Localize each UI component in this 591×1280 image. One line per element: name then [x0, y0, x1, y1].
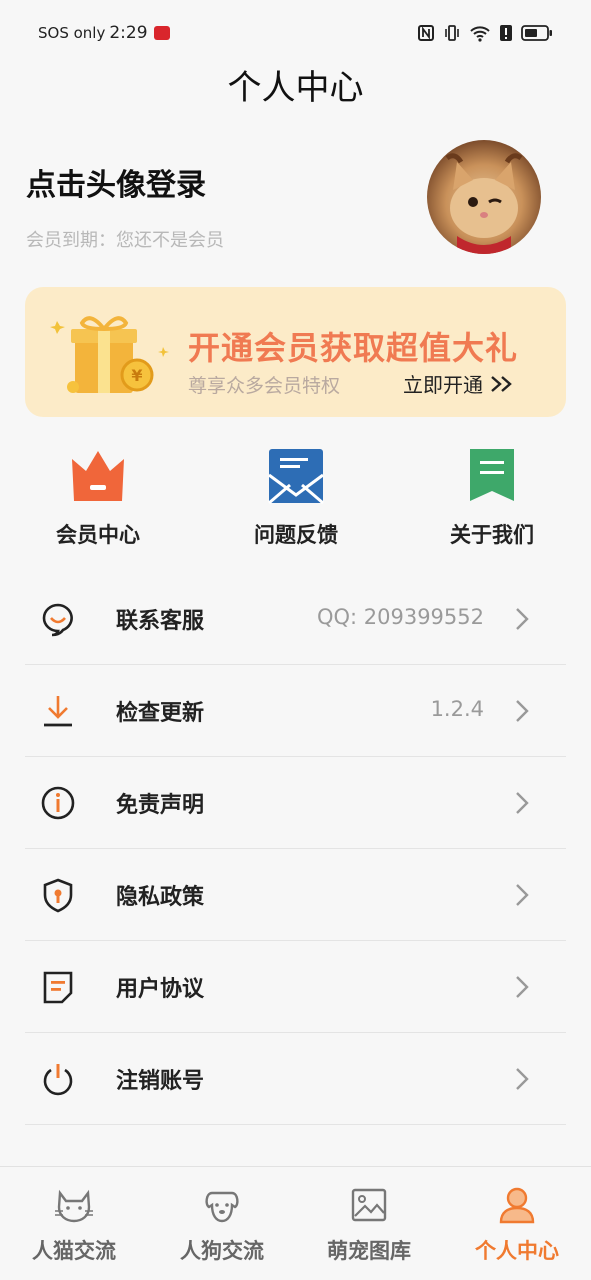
tab-dog-chat[interactable]: 人狗交流 — [148, 1185, 296, 1265]
quick-actions: 会员中心 问题反馈 关于我们 — [0, 445, 591, 555]
crown-icon — [72, 451, 124, 501]
vip-open-button[interactable]: 立即开通 — [403, 369, 515, 398]
dog-icon — [205, 1191, 239, 1223]
menu-item-value: 1.2.4 — [430, 697, 484, 721]
wifi-icon — [470, 26, 490, 42]
quick-action-label: 关于我们 — [450, 523, 534, 547]
quick-action-label: 会员中心 — [56, 523, 140, 547]
power-icon — [43, 1064, 73, 1096]
gift-icon: ¥ — [50, 316, 169, 393]
battery-icon — [521, 25, 552, 41]
cat-icon — [55, 1189, 93, 1223]
menu-item-delete-account[interactable]: 注销账号 — [25, 1033, 566, 1125]
alert-icon — [500, 25, 512, 41]
tab-pet-gallery[interactable]: 萌宠图库 — [295, 1185, 443, 1265]
login-prompt[interactable]: 点击头像登录 — [26, 160, 224, 204]
bottom-tab-bar: 人猫交流 人狗交流 萌宠图库 个人中心 — [0, 1166, 591, 1280]
page-title: 个人中心 — [227, 68, 364, 108]
status-bar: SOS only 2:29 — [0, 0, 591, 66]
notification-icon — [153, 26, 170, 40]
menu-item-disclaimer[interactable]: 免责声明 — [25, 757, 566, 849]
settings-menu: 联系客服 QQ: 209399552 检查更新 1.2.4 免责声明 隐私政策 — [25, 573, 566, 1125]
menu-item-label: 检查更新 — [116, 701, 205, 726]
chevron-right-icon — [516, 700, 529, 722]
chevron-right-icon — [516, 1068, 529, 1090]
tab-label: 人猫交流 — [32, 1239, 116, 1263]
member-expiry-text: 会员到期：您还不是会员 — [26, 230, 224, 251]
download-icon — [44, 696, 72, 727]
quick-action-feedback[interactable]: 问题反馈 — [226, 445, 366, 549]
envelope-icon — [268, 449, 324, 505]
menu-item-privacy-policy[interactable]: 隐私政策 — [25, 849, 566, 941]
menu-item-value: QQ: 209399552 — [316, 605, 484, 629]
quick-action-label: 问题反馈 — [254, 523, 338, 547]
chat-icon — [42, 603, 73, 637]
vibrate-icon — [445, 25, 459, 41]
chevron-right-icon — [516, 792, 529, 814]
menu-item-label: 联系客服 — [116, 609, 205, 634]
chevron-right-icon — [516, 884, 529, 906]
nfc-icon — [418, 25, 434, 41]
carrier-text: SOS only — [38, 24, 106, 42]
menu-item-label: 免责声明 — [116, 793, 205, 818]
menu-item-label: 注销账号 — [116, 1069, 205, 1094]
tab-label: 萌宠图库 — [327, 1239, 411, 1263]
quick-action-member-center[interactable]: 会员中心 — [28, 445, 168, 549]
menu-item-user-agreement[interactable]: 用户协议 — [25, 941, 566, 1033]
chevron-right-icon — [516, 608, 529, 630]
vip-banner[interactable]: ¥ 开通会员获取超值大礼 尊享众多会员特权 立即开通 — [25, 287, 566, 417]
person-icon — [499, 1187, 535, 1224]
info-icon — [41, 786, 75, 820]
menu-item-check-update[interactable]: 检查更新 1.2.4 — [25, 665, 566, 757]
menu-item-contact-service[interactable]: 联系客服 QQ: 209399552 — [25, 573, 566, 665]
clock-text: 2:29 — [109, 23, 148, 43]
chevron-right-icon — [516, 976, 529, 998]
tab-personal-center[interactable]: 个人中心 — [443, 1185, 591, 1265]
tab-label: 个人中心 — [475, 1239, 559, 1263]
profile-section: 点击头像登录 会员到期：您还不是会员 — [26, 160, 224, 252]
tab-label: 人狗交流 — [180, 1239, 264, 1263]
svg-text:¥: ¥ — [131, 366, 142, 385]
bookmark-icon — [470, 449, 514, 501]
document-icon — [43, 971, 73, 1004]
avatar[interactable] — [427, 140, 541, 254]
double-chevron-right-icon — [491, 375, 512, 392]
quick-action-about-us[interactable]: 关于我们 — [422, 445, 562, 549]
vip-banner-title: 开通会员获取超值大礼 — [188, 329, 519, 367]
tab-cat-chat[interactable]: 人猫交流 — [0, 1185, 148, 1265]
image-icon — [351, 1188, 387, 1222]
menu-item-label: 隐私政策 — [116, 885, 205, 910]
shield-icon — [43, 878, 73, 913]
vip-banner-subtitle: 尊享众多会员特权 — [188, 375, 341, 397]
vip-open-label: 立即开通 — [403, 373, 483, 397]
menu-item-label: 用户协议 — [116, 977, 205, 1002]
